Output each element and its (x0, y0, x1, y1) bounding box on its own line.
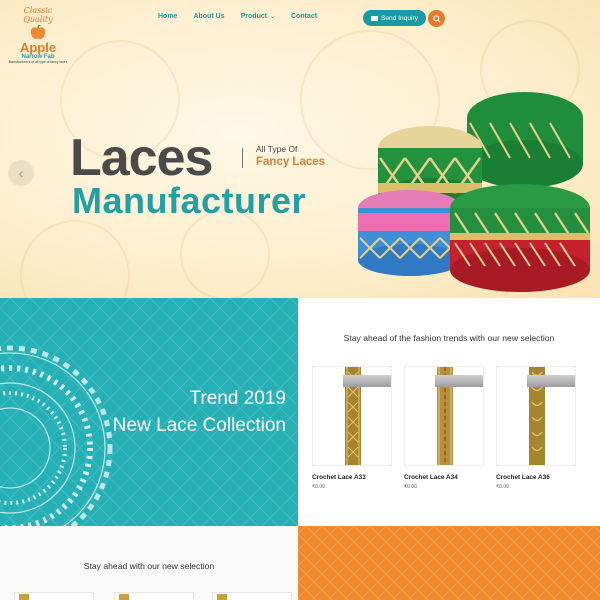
product-image[interactable] (496, 366, 576, 466)
main-nav: Home About Us Product ⌄ Contact (158, 13, 333, 20)
products-section: Stay ahead of the fashion trends with ou… (298, 298, 600, 526)
logo-tagline: Manufacturers of all type of fancy laces (8, 60, 68, 64)
hero-divider (242, 148, 243, 168)
orange-promo-banner[interactable] (298, 526, 600, 600)
product-price: ₹0.00 (312, 484, 325, 490)
logo-name: Apple (19, 40, 57, 55)
chevron-left-icon: ‹ (18, 165, 24, 181)
nav-about-label: About Us (193, 13, 225, 20)
new-selection-heading: Stay ahead with our new selection (83, 561, 215, 571)
product-thumb[interactable] (212, 592, 292, 600)
hero-side-text: All Type Of (256, 144, 298, 154)
hero-side-accent: Fancy Laces (256, 156, 326, 168)
product-thumb[interactable] (14, 592, 94, 600)
hero-title-laces: Laces (70, 129, 213, 187)
product-thumb[interactable] (114, 592, 194, 600)
lace-rolls-image (358, 92, 590, 292)
search-icon (432, 14, 441, 23)
apple-icon (30, 25, 46, 39)
slider-prev-button[interactable]: ‹ (8, 160, 34, 186)
lace-strip-image (119, 594, 129, 600)
ruler-image (343, 375, 391, 387)
swirl-decoration (20, 220, 130, 298)
send-inquiry-button[interactable]: Send Inquiry (363, 10, 426, 26)
product-price: ₹0.00 (496, 484, 509, 490)
product-image[interactable] (404, 366, 484, 466)
product-card[interactable]: Crochet Lace A34 ₹0.00 (404, 366, 484, 490)
product-price: ₹0.00 (404, 484, 417, 490)
search-button[interactable] (428, 10, 445, 27)
products-heading: Stay ahead of the fashion trends with ou… (343, 333, 555, 343)
trend-subtitle: New Lace Collection (112, 415, 286, 436)
hero-title-manufacturer: Manufacturer (72, 180, 307, 221)
mail-icon (370, 15, 378, 21)
nav-about[interactable]: About Us (193, 13, 224, 20)
nav-home[interactable]: Home (158, 13, 177, 20)
trend-banner[interactable]: Trend 2019 New Lace Collection (0, 298, 298, 526)
product-name[interactable]: Crochet Lace A34 (404, 474, 484, 481)
product-name[interactable]: Crochet Lace A36 (496, 474, 576, 481)
lace-strip-image (217, 594, 227, 600)
swirl-decoration (180, 210, 270, 298)
send-inquiry-label: Send Inquiry (380, 14, 419, 22)
product-card[interactable]: Crochet Lace A33 ₹0.00 (312, 366, 392, 490)
nav-product-label: Product (240, 13, 268, 20)
nav-contact[interactable]: Contact (291, 13, 317, 20)
ruler-image (527, 375, 575, 387)
product-card[interactable]: Crochet Lace A36 ₹0.00 (496, 366, 576, 490)
ruler-image (435, 375, 483, 387)
lace-strip-image (19, 594, 29, 600)
logo[interactable]: Classic Quality Apple Narrow Fab Manufac… (8, 6, 68, 66)
product-image[interactable] (312, 366, 392, 466)
logo-script: Classic Quality (23, 6, 53, 24)
chevron-down-icon: ⌄ (270, 14, 276, 20)
product-name[interactable]: Crochet Lace A33 (312, 474, 392, 481)
new-selection-section: Stay ahead with our new selection (0, 526, 298, 600)
trend-title: Trend 2019 (189, 388, 286, 409)
hero-banner: Classic Quality Apple Narrow Fab Manufac… (0, 0, 600, 298)
diamond-pattern (298, 526, 600, 600)
nav-product[interactable]: Product ⌄ (241, 13, 275, 20)
